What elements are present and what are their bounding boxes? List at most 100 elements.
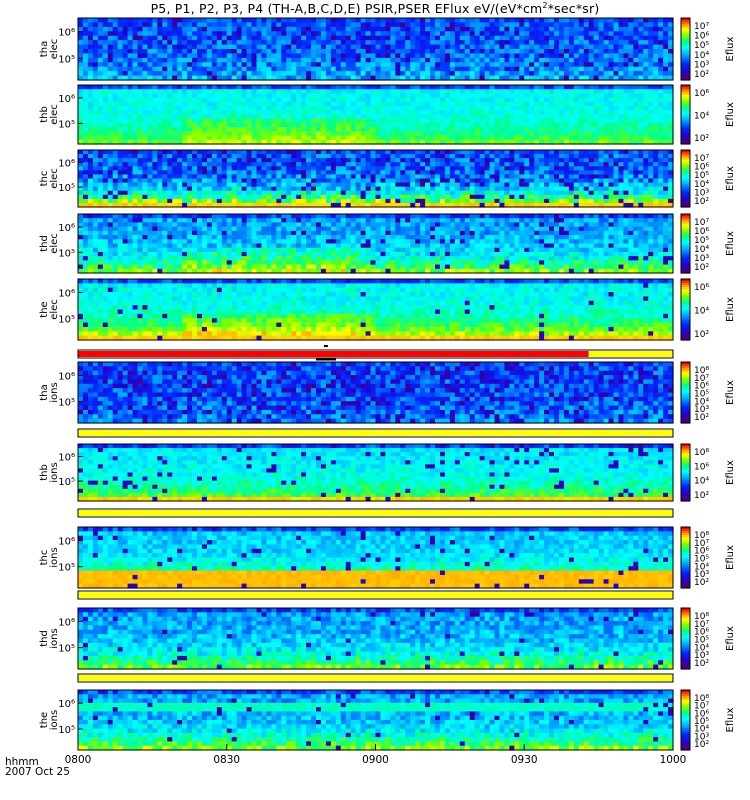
panel-thc_elec <box>77 149 674 208</box>
x-tick-label: 0900 <box>362 754 389 766</box>
colorbar-tick-label: 10⁴ <box>694 112 709 122</box>
colorbar-tick-label: 10⁵ <box>694 41 709 51</box>
colorbar-the_elec <box>680 278 691 341</box>
colorbar-label: Eflux <box>725 231 736 256</box>
colorbar-label: Eflux <box>725 380 736 405</box>
spectrogram-figure: 10⁶10⁵tha elec10⁷10⁶10⁵10⁴10³10²Eflux10⁶1… <box>39 17 736 766</box>
colorbar-tick-label: 10⁴ <box>694 477 709 487</box>
panel-ylabel-species: elec <box>49 299 60 320</box>
y-tick-label: 10⁶ <box>58 617 75 628</box>
date-label: 2007 Oct 25 <box>5 766 70 778</box>
colorbar-label: Eflux <box>725 297 736 322</box>
x-tick-label: 0930 <box>511 754 538 766</box>
panel-ylabel-species: elec <box>49 168 60 189</box>
colorbar-thc_elec <box>680 149 691 208</box>
panel-tha_elec <box>77 17 674 81</box>
status-bar-bar3 <box>77 508 674 518</box>
status-bar-bar4 <box>77 590 674 600</box>
status-segment-yellow <box>78 675 673 681</box>
panel-thc_ions <box>77 526 674 589</box>
y-tick-label: 10⁵ <box>58 54 75 65</box>
colorbar-thc_ions <box>680 526 691 589</box>
y-tick-label: 10⁶ <box>58 371 75 382</box>
panel-ylabel-species: elec <box>49 104 60 125</box>
colorbar-label: Eflux <box>725 166 736 191</box>
status-segment-yellow <box>78 592 673 598</box>
panel-thd_ions <box>77 607 674 670</box>
panel-ylabel-species: ions <box>49 628 60 648</box>
panel-the_elec <box>77 278 674 341</box>
panel-tha_ions <box>77 361 674 424</box>
panel-the_ions <box>77 689 674 751</box>
y-tick-label: 10⁵ <box>58 119 75 130</box>
status-bar-bar5 <box>77 673 674 683</box>
y-tick-label: 10⁶ <box>58 699 75 710</box>
y-tick-label: 10⁵ <box>58 563 75 574</box>
y-tick-label: 10⁶ <box>58 536 75 547</box>
y-tick-label: 10⁵ <box>58 725 75 736</box>
y-tick-label: 10⁶ <box>58 223 75 234</box>
colorbar-tick-label: 10⁶ <box>694 462 709 472</box>
colorbar-tick-label: 10⁶ <box>694 283 709 293</box>
y-tick-label: 10⁵ <box>58 398 75 409</box>
y-tick-label: 10⁵ <box>58 315 75 326</box>
status-segment-yellow <box>78 430 673 436</box>
panel-ylabel-species: elec <box>49 233 60 254</box>
colorbar-tick-label: 10² <box>694 263 709 273</box>
colorbar-tick-label: 10² <box>694 413 709 423</box>
x-tick-label: 1000 <box>660 754 687 766</box>
y-tick-label: 10⁵ <box>58 248 75 259</box>
panel-ylabel-species: ions <box>49 382 60 402</box>
y-tick-label: 10⁶ <box>58 28 75 39</box>
colorbar-tick-label: 10⁸ <box>694 448 709 458</box>
colorbar-tick-label: 10⁴ <box>694 307 709 317</box>
y-tick-label: 10⁵ <box>58 183 75 194</box>
panel-ylabel-species: ions <box>49 710 60 730</box>
status-marker <box>315 358 336 361</box>
colorbar-label: Eflux <box>725 102 736 127</box>
x-tick-label: 0830 <box>213 754 240 766</box>
status-bar-bar2 <box>77 428 674 438</box>
colorbar-tick-label: 10⁶ <box>694 89 709 99</box>
colorbar-tha_elec <box>680 17 691 81</box>
x-tick-label: 0800 <box>65 754 92 766</box>
colorbar-label: Eflux <box>725 545 736 570</box>
colorbar-thb_elec <box>680 84 691 145</box>
colorbar-tick-label: 10² <box>694 659 709 669</box>
colorbar-tick-label: 10³ <box>694 60 709 70</box>
status-segment-yellow <box>588 351 673 357</box>
colorbar-tick-label: 10² <box>694 740 709 750</box>
colorbar-label: Eflux <box>725 460 736 485</box>
colorbar-thd_ions <box>680 607 691 670</box>
panel-ylabel-species: ions <box>49 547 60 567</box>
colorbar-tick-label: 10² <box>694 491 709 501</box>
y-tick-label: 10⁶ <box>58 94 75 105</box>
status-segment-red <box>78 351 589 357</box>
y-tick-label: 10⁶ <box>58 288 75 299</box>
colorbar-label: Eflux <box>725 626 736 651</box>
panel-thb_elec <box>77 84 674 145</box>
colorbar-label: Eflux <box>725 707 736 732</box>
panel-thb_ions <box>77 443 674 502</box>
panel-ylabel-species: ions <box>49 462 60 482</box>
colorbar-tick-label: 10² <box>694 197 709 207</box>
y-tick-label: 10⁵ <box>58 644 75 655</box>
y-tick-label: 10⁶ <box>58 159 75 170</box>
colorbar-tick-label: 10² <box>694 330 709 340</box>
colorbar-label: Eflux <box>725 36 736 61</box>
colorbar-tick-label: 10⁷ <box>694 22 709 32</box>
colorbar-tick-label: 10² <box>694 578 709 588</box>
panel-thd_elec <box>77 213 674 274</box>
colorbar-thd_elec <box>680 213 691 274</box>
colorbar-thb_ions <box>680 443 691 502</box>
status-marker-top <box>323 345 328 347</box>
panel-ylabel-species: elec <box>49 39 60 60</box>
status-bar-bar1 <box>77 345 674 361</box>
colorbar-tick-label: 10² <box>694 134 709 144</box>
colorbar-tick-label: 10⁶ <box>694 32 709 42</box>
status-segment-yellow <box>78 510 673 516</box>
colorbar-tick-label: 10⁴ <box>694 51 709 61</box>
colorbar-tick-label: 10² <box>694 70 709 80</box>
y-tick-label: 10⁶ <box>58 453 75 464</box>
colorbar-the_ions <box>680 689 691 751</box>
